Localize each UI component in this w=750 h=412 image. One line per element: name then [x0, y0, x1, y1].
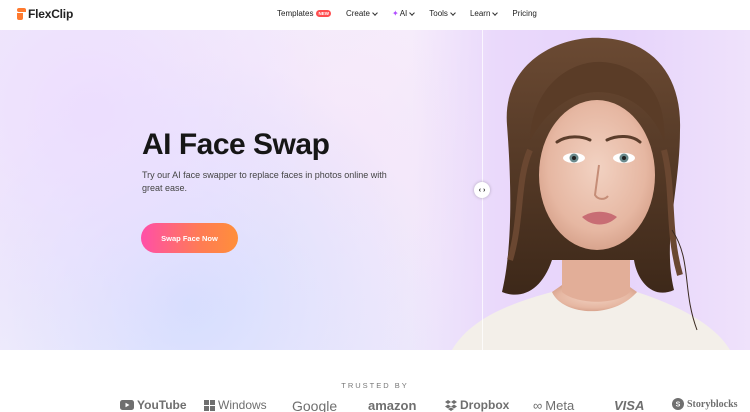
- google-logo: Google: [292, 398, 337, 412]
- meta-infinity-icon: ∞: [533, 398, 543, 412]
- brand-name: VISA: [614, 398, 645, 412]
- nav-pricing-label: Pricing: [512, 9, 537, 18]
- new-badge: NEW: [316, 10, 331, 17]
- hero-section: AI Face Swap Try our AI face swapper to …: [0, 30, 750, 350]
- top-header: FlexClip Templates NEW Create ✦ AI Tools…: [0, 0, 750, 30]
- brand-name: Google: [292, 398, 338, 412]
- svg-text:S: S: [676, 402, 681, 409]
- logo-text: FlexClip: [28, 7, 74, 21]
- visa-logo: VISA: [614, 398, 644, 412]
- main-nav: Templates NEW Create ✦ AI Tools Learn Pr…: [277, 9, 552, 18]
- page-title: AI Face Swap: [142, 128, 330, 161]
- face-swap-portrait: [412, 30, 750, 350]
- brand-name: amazon: [368, 398, 417, 412]
- dropbox-icon: [445, 399, 457, 411]
- youtube-logo: YouTube: [120, 398, 187, 412]
- nav-templates-label: Templates: [277, 9, 314, 18]
- compare-slider-handle[interactable]: ‹ ›: [474, 182, 490, 198]
- nav-tools-label: Tools: [429, 9, 448, 18]
- hero-description: Try our AI face swapper to replace faces…: [142, 170, 387, 193]
- dropbox-logo: Dropbox: [445, 398, 509, 412]
- flexclip-logo[interactable]: FlexClip: [17, 7, 73, 21]
- nav-templates[interactable]: Templates NEW: [277, 9, 331, 18]
- brand-name: YouTube: [137, 398, 187, 412]
- brand-name: Meta: [545, 398, 575, 412]
- nav-learn-label: Learn: [469, 9, 491, 18]
- chevron-down-icon: [409, 9, 416, 16]
- swap-face-now-button[interactable]: Swap Face Now: [141, 223, 238, 253]
- chevron-down-icon: [492, 9, 499, 16]
- trusted-by-section: TRUSTED BY YouTube Windows Google amazon…: [0, 350, 750, 412]
- youtube-icon: [120, 400, 134, 410]
- nav-learn[interactable]: Learn: [469, 9, 499, 18]
- woman-portrait-image: [452, 37, 730, 350]
- sparkle-icon: ✦: [391, 9, 399, 18]
- trusted-by-label: TRUSTED BY: [341, 381, 409, 390]
- brand-name: Storyblocks: [687, 398, 738, 410]
- chevron-down-icon: [372, 9, 378, 16]
- chevron-down-icon: [450, 9, 456, 16]
- nav-ai-label: AI: [399, 9, 408, 18]
- meta-logo: ∞ Meta: [533, 398, 574, 412]
- nav-tools[interactable]: Tools: [429, 9, 456, 18]
- brand-name: Dropbox: [460, 398, 510, 412]
- nav-pricing[interactable]: Pricing: [512, 9, 536, 18]
- brand-logos: YouTube Windows Google amazon Dropbox ∞ …: [0, 398, 750, 412]
- windows-logo: Windows: [204, 398, 267, 412]
- amazon-logo: amazon: [368, 398, 416, 412]
- nav-ai[interactable]: ✦ AI: [391, 9, 416, 18]
- windows-icon: [204, 399, 215, 411]
- storyblocks-logo: S Storyblocks: [672, 398, 738, 410]
- nav-create[interactable]: Create: [345, 9, 378, 18]
- brand-name: Windows: [218, 398, 267, 412]
- flexclip-logo-icon: [17, 8, 26, 20]
- storyblocks-icon: S: [672, 398, 684, 410]
- nav-create-label: Create: [345, 9, 370, 18]
